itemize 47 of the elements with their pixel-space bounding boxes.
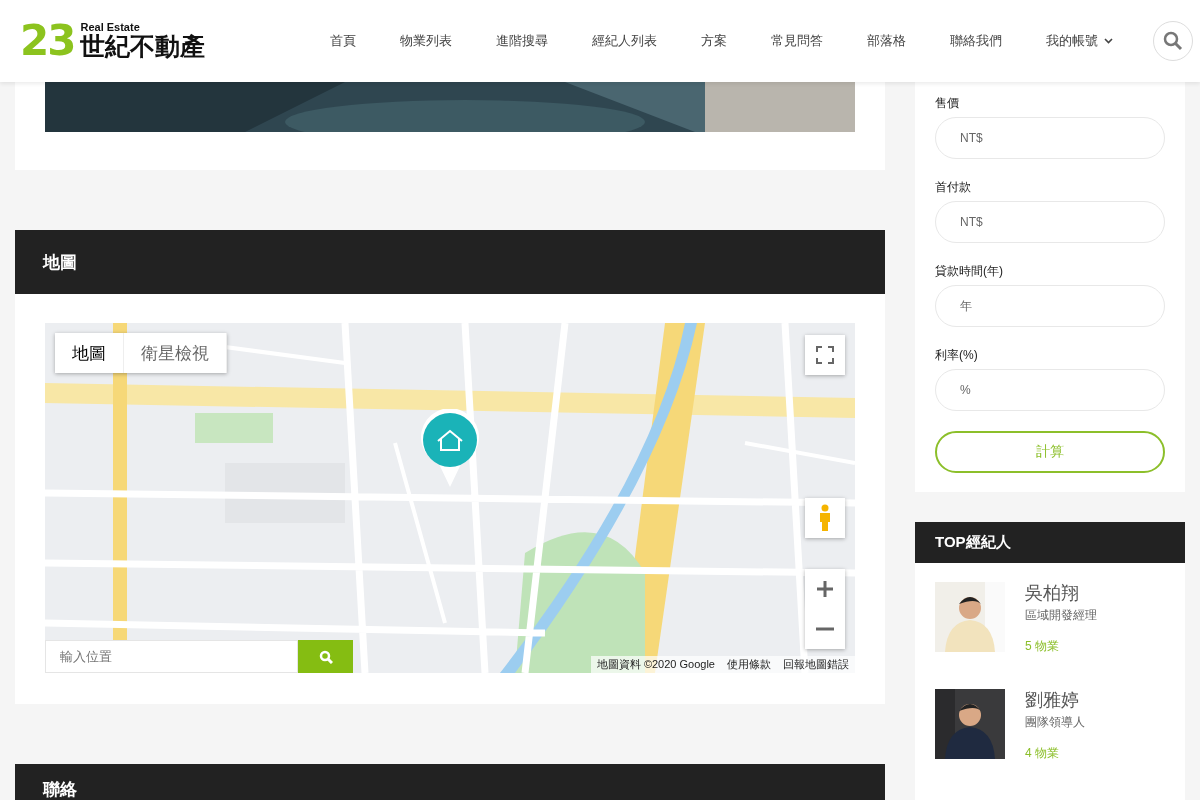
plus-icon: [816, 580, 834, 598]
location-field[interactable]: 輸入位置: [45, 640, 298, 673]
nav-link[interactable]: 聯絡我們: [928, 32, 1024, 50]
map-link[interactable]: 回報地圖錯誤: [783, 657, 849, 672]
map-type-tab[interactable]: 衛星檢視: [124, 333, 227, 373]
minus-icon: [816, 627, 834, 631]
nav-link[interactable]: 常見問答: [749, 32, 845, 50]
logo-text: 世紀不動產: [80, 32, 206, 60]
field-label: 售價: [935, 95, 960, 112]
search-icon: [318, 649, 333, 664]
search-button[interactable]: [1153, 21, 1193, 61]
person-icon: [817, 504, 833, 532]
nav-link[interactable]: 部落格: [845, 32, 928, 50]
logo-tagline: Real Estate: [80, 21, 141, 33]
agent-role: 區域開發經理: [1025, 607, 1097, 624]
map-link[interactable]: 使用條款: [727, 657, 771, 672]
nav-link[interactable]: 首頁: [308, 32, 378, 50]
house-marker-icon[interactable]: [419, 409, 481, 489]
input-field[interactable]: %: [935, 369, 1165, 411]
fullscreen-button[interactable]: [805, 335, 845, 375]
nav-link[interactable]: 物業列表: [378, 32, 474, 50]
zoom-in-button[interactable]: [805, 569, 845, 609]
field-label: 貸款時間(年): [935, 263, 1004, 280]
input-field[interactable]: NT$: [935, 117, 1165, 159]
nav-link[interactable]: 我的帳號: [1024, 32, 1135, 50]
agent-name[interactable]: 吳柏翔: [1025, 582, 1097, 604]
nav-link[interactable]: 經紀人列表: [570, 32, 679, 50]
listing-count: 4 物業: [1025, 745, 1060, 762]
search-icon: [1163, 31, 1183, 51]
nav-link[interactable]: 進階搜尋: [474, 32, 570, 50]
field-label: 利率(%): [935, 347, 979, 364]
field-label: 首付款: [935, 179, 972, 196]
nav-link[interactable]: 方案: [679, 32, 749, 50]
widget-title: TOP經紀人: [935, 533, 1011, 552]
search-button[interactable]: [298, 640, 353, 673]
input-field[interactable]: 年: [935, 285, 1165, 327]
logo-number: 23: [20, 20, 75, 62]
section-title: 地圖: [43, 251, 77, 274]
input-field[interactable]: NT$: [935, 201, 1165, 243]
fullscreen-icon: [816, 346, 834, 364]
zoom-out-button[interactable]: [805, 609, 845, 649]
agent-name[interactable]: 劉雅婷: [1025, 689, 1085, 711]
map-attribution: 地圖資料 ©2020 Google: [596, 657, 715, 672]
listing-count: 5 物業: [1025, 638, 1060, 655]
map-type-tab[interactable]: 地圖: [55, 333, 124, 373]
agent-role: 團隊領導人: [1025, 714, 1085, 731]
section-title: 聯絡: [43, 779, 77, 800]
